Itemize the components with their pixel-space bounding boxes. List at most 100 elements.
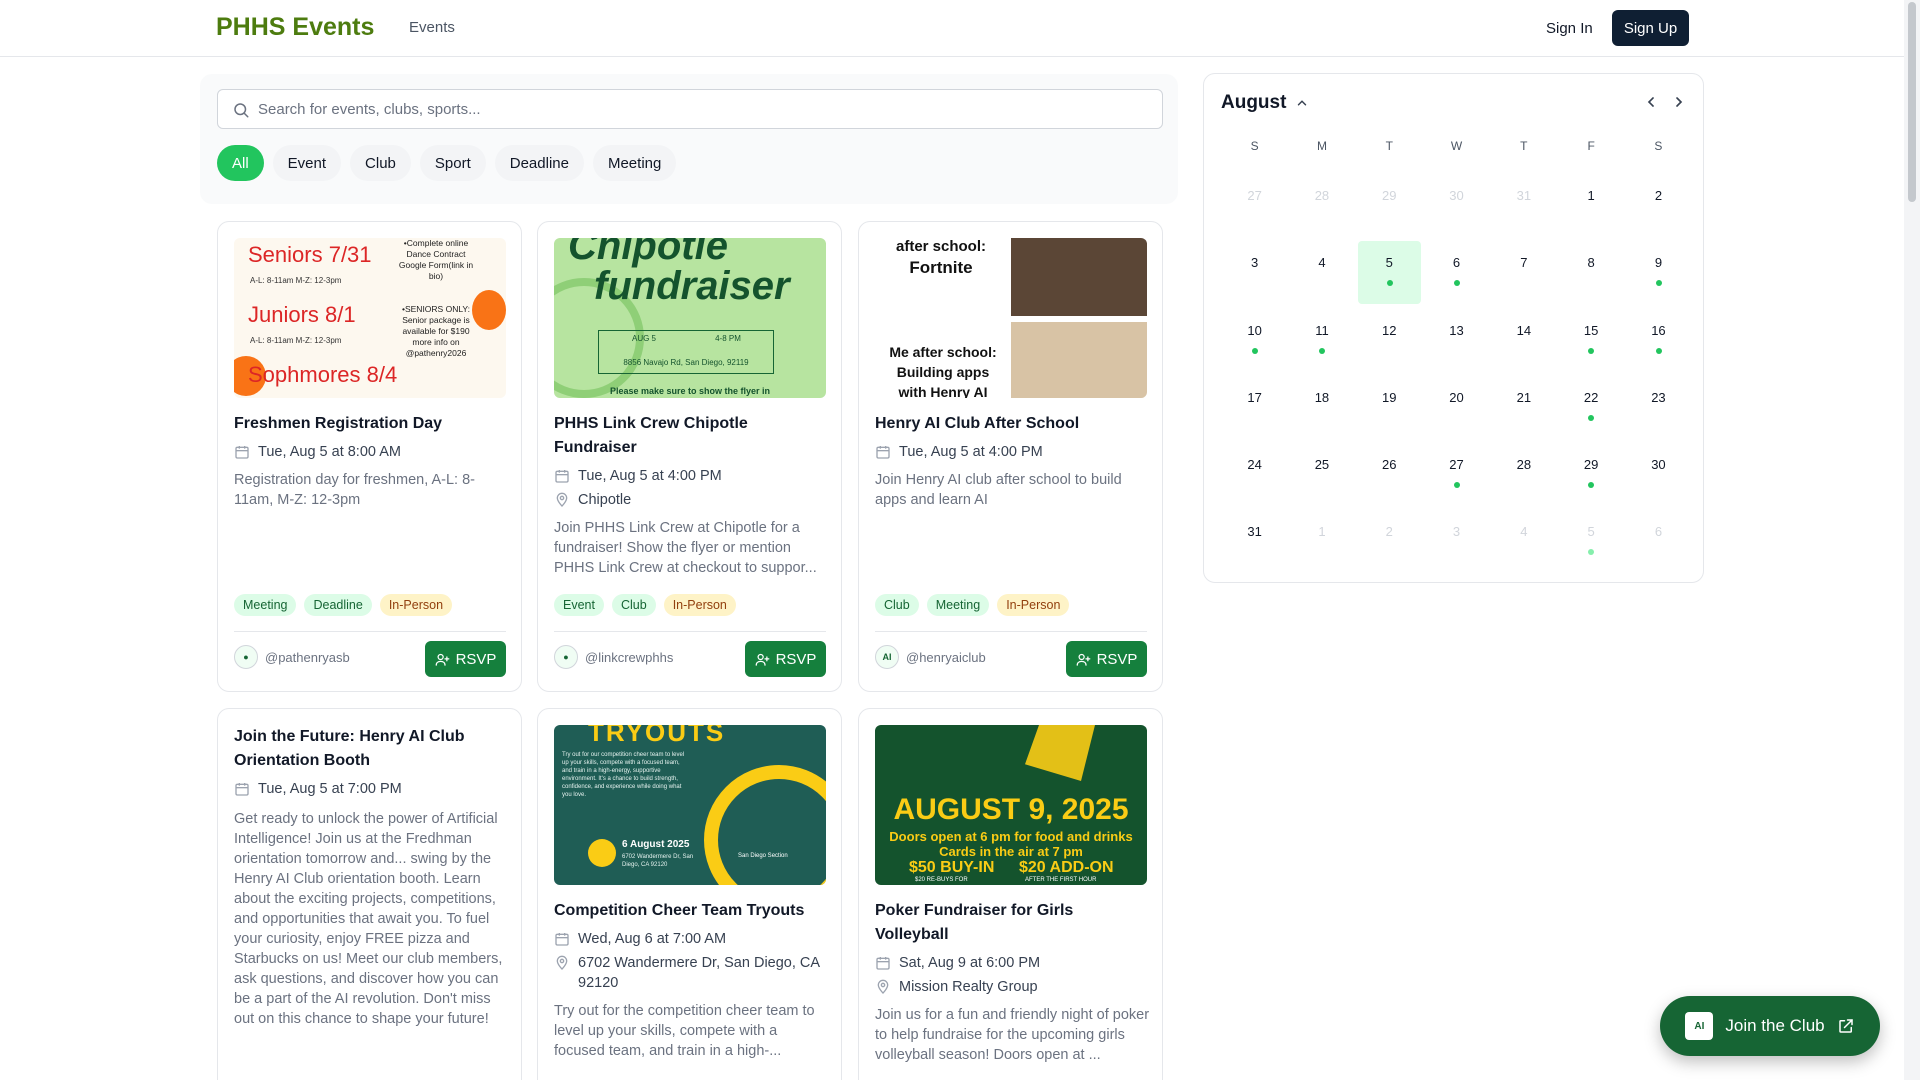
filter-deadline[interactable]: Deadline [494,145,584,181]
calendar-day[interactable]: 18 [1288,376,1355,443]
calendar-day[interactable]: 29 [1356,174,1423,241]
calendar-day[interactable]: 6 [1423,241,1490,308]
brand-logo[interactable]: PHHS Events [216,13,374,42]
calendar-day[interactable]: 24 [1221,443,1288,510]
calendar-day[interactable]: 4 [1490,510,1557,577]
calendar-day[interactable]: 16 [1625,309,1692,376]
event-card[interactable]: AUGUST 9, 2025 Doors open at 6 pm for fo… [858,708,1163,1080]
calendar-day[interactable]: 23 [1625,376,1692,443]
day-number: 17 [1247,389,1262,405]
rsvp-button[interactable]: RSVP [1066,641,1147,677]
calendar-day[interactable]: 20 [1423,376,1490,443]
event-title[interactable]: Join the Future: Henry AI Club Orientati… [234,725,509,773]
event-image: after school: Fortnite Me after school: … [875,238,1147,398]
day-number: 19 [1382,389,1397,405]
event-card[interactable]: Join the Future: Henry AI Club Orientati… [217,708,522,1080]
filter-club[interactable]: Club [350,145,411,181]
search-box[interactable] [217,89,1163,129]
event-card[interactable]: after school: Fortnite Me after school: … [858,221,1163,692]
calendar-next-button[interactable] [1669,93,1689,113]
day-number: 10 [1247,322,1262,338]
organizer-handle: @linkcrewphhs [585,649,674,665]
scrollbar-thumb[interactable] [1908,2,1916,202]
calendar-day[interactable]: 30 [1625,443,1692,510]
page-scrollbar[interactable] [1904,0,1920,1080]
day-number: 12 [1382,322,1397,338]
calendar-day[interactable]: 6 [1625,510,1692,577]
calendar-day[interactable]: 3 [1423,510,1490,577]
event-location: 6702 Wandermere Dr, San Diego, CA 92120 [554,953,829,993]
calendar-day[interactable]: 1 [1288,510,1355,577]
calendar-day[interactable]: 14 [1490,309,1557,376]
calendar-day[interactable]: 31 [1490,174,1557,241]
calendar-day[interactable]: 29 [1557,443,1624,510]
calendar-day[interactable]: 10 [1221,309,1288,376]
calendar-day[interactable]: 3 [1221,241,1288,308]
calendar-month[interactable]: August [1221,92,1286,114]
rsvp-button[interactable]: RSVP [745,641,826,677]
calendar-day[interactable]: 31 [1221,510,1288,577]
day-number: 21 [1516,389,1532,405]
calendar-day[interactable]: 7 [1490,241,1557,308]
event-title[interactable]: Henry AI Club After School [875,412,1150,436]
sign-in-button[interactable]: Sign In [1534,11,1605,47]
top-nav: PHHS Events Events Sign In Sign Up [0,0,1904,57]
search-input[interactable] [258,91,1148,127]
day-number: 25 [1314,457,1330,473]
chevron-up-icon[interactable] [1295,96,1309,110]
nav-link-events[interactable]: Events [409,19,455,36]
calendar-day[interactable]: 28 [1490,443,1557,510]
calendar-day[interactable]: 21 [1490,376,1557,443]
calendar-day[interactable]: 12 [1356,309,1423,376]
organizer[interactable]: AI @henryaiclub [875,645,986,669]
calendar-day[interactable]: 17 [1221,376,1288,443]
calendar-day-today[interactable]: 5 [1356,241,1423,308]
weekday-label: F [1587,139,1595,153]
event-indicator-dot [1386,280,1393,287]
filter-event[interactable]: Event [272,145,342,181]
event-title[interactable]: Poker Fundraiser for Girls Volleyball [875,899,1150,947]
calendar-day[interactable]: 25 [1288,443,1355,510]
event-title[interactable]: PHHS Link Crew Chipotle Fundraiser [554,412,829,460]
event-card[interactable]: Seniors 7/31 A-L: 8-11am M-Z: 12-3pm Jun… [217,221,522,692]
calendar-day[interactable]: 15 [1557,309,1624,376]
event-indicator-dot [1588,549,1595,556]
rsvp-button[interactable]: RSVP [425,641,506,677]
calendar-day[interactable]: 13 [1423,309,1490,376]
day-number: 9 [1654,255,1663,271]
event-date: Tue, Aug 5 at 4:00 PM [875,442,1150,462]
organizer[interactable]: ● @linkcrewphhs [554,645,673,669]
event-title[interactable]: Competition Cheer Team Tryouts [554,899,829,923]
calendar-day[interactable]: 27 [1423,443,1490,510]
calendar-day[interactable]: 19 [1356,376,1423,443]
filter-all[interactable]: All [217,145,264,181]
calendar-day[interactable]: 2 [1625,174,1692,241]
event-card[interactable]: TRYOUTS Try out for our competition chee… [537,708,842,1080]
calendar-day[interactable]: 26 [1356,443,1423,510]
calendar-day[interactable]: 22 [1557,376,1624,443]
event-title[interactable]: Freshmen Registration Day [234,412,509,436]
organizer[interactable]: ● @pathenryasb [234,645,350,669]
day-number: 11 [1315,322,1329,338]
tag-list: Event Club In-Person [554,594,736,616]
filter-meeting[interactable]: Meeting [592,145,677,181]
calendar-day[interactable]: 8 [1557,241,1624,308]
event-card[interactable]: Chipotle fundraiser AUG 5 4-8 PM 8856 Na… [537,221,842,692]
calendar-day[interactable]: 27 [1221,174,1288,241]
calendar-day[interactable]: 9 [1625,241,1692,308]
calendar-day[interactable]: 28 [1288,174,1355,241]
calendar-day[interactable]: 2 [1356,510,1423,577]
tag-in-person: In-Person [379,594,453,616]
calendar-prev-button[interactable] [1641,93,1661,113]
event-description: Try out for the competition cheer team t… [554,1003,815,1059]
filter-sport[interactable]: Sport [419,145,486,181]
sign-up-button[interactable]: Sign Up [1612,10,1689,46]
event-indicator-dot [1655,280,1662,287]
calendar-day[interactable]: 5 [1557,510,1624,577]
calendar-day[interactable]: 11 [1288,309,1355,376]
calendar-icon [876,957,890,970]
calendar-day[interactable]: 1 [1557,174,1624,241]
calendar-day[interactable]: 30 [1423,174,1490,241]
calendar-day[interactable]: 4 [1288,241,1355,308]
join-the-club-button[interactable]: AI Join the Club [1660,996,1880,1056]
